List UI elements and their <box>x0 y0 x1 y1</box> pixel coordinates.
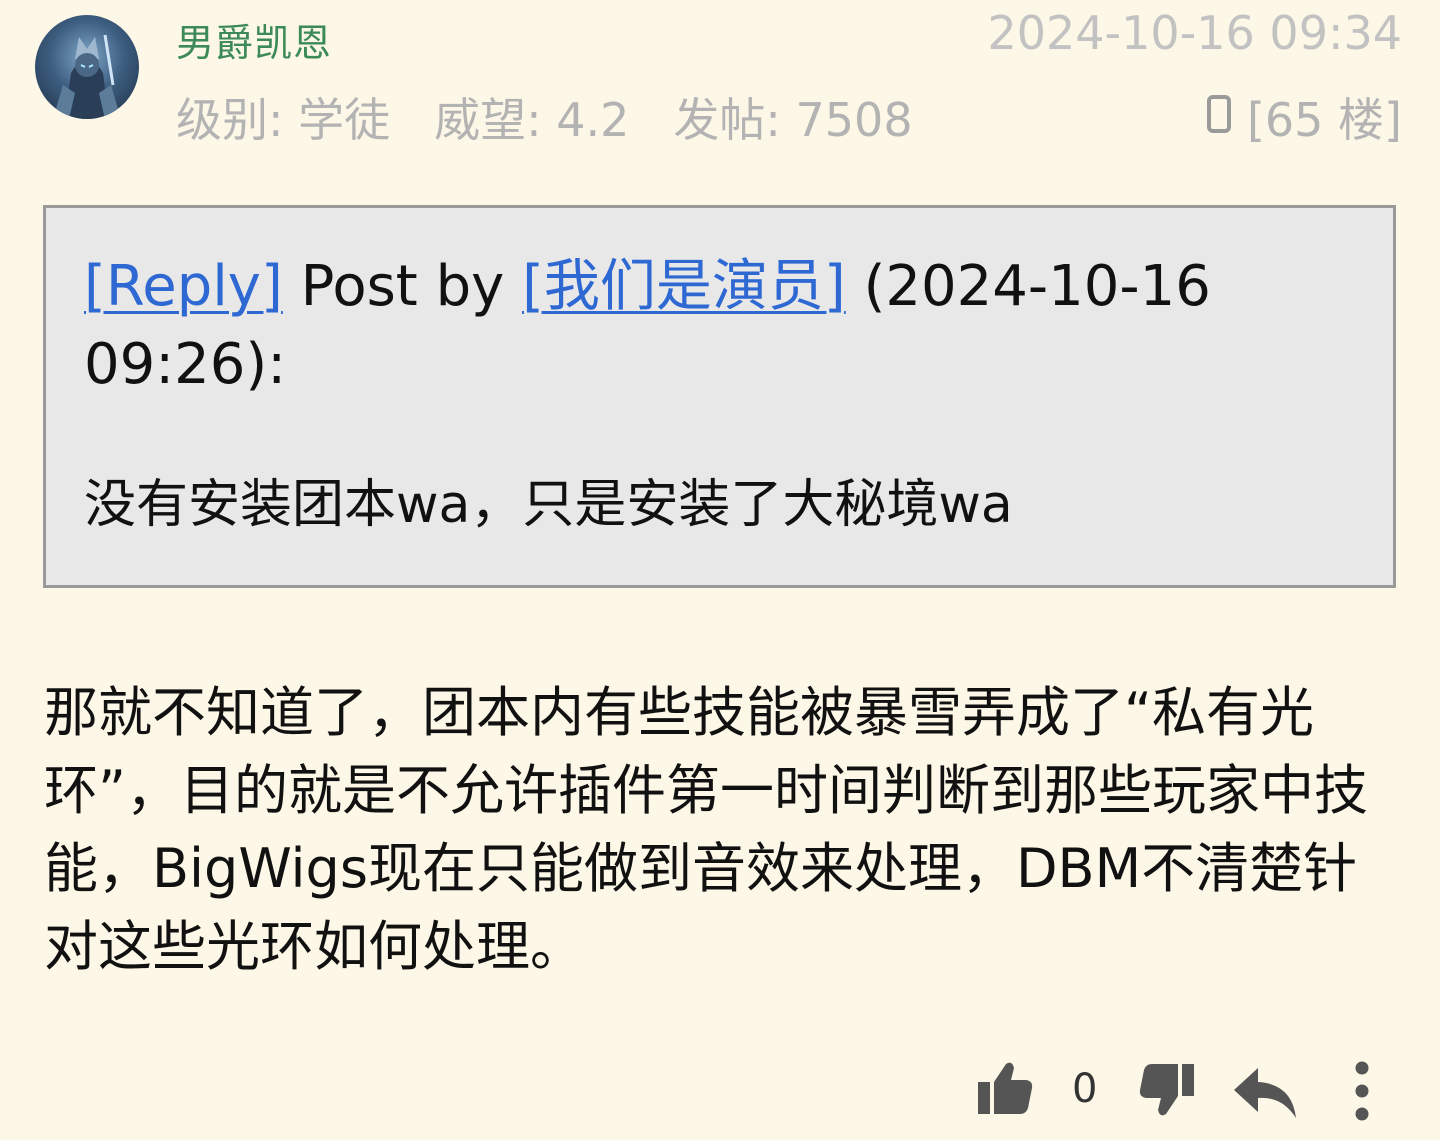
user-prestige: 威望: 4.2 <box>434 93 630 147</box>
user-post-count: 发帖: 7508 <box>673 93 913 147</box>
user-level: 级别: 学徒 <box>176 93 391 147</box>
action-bar: 0 <box>0 1056 1440 1126</box>
floor-number: [65 楼] <box>1246 93 1402 147</box>
username[interactable]: 男爵凯恩 <box>176 12 332 67</box>
avatar[interactable] <box>35 15 139 119</box>
thumbs-up-icon[interactable] <box>976 1060 1034 1120</box>
more-icon[interactable] <box>1350 1060 1374 1126</box>
quote-text: 没有安装团本wa，只是安装了大秘境wa <box>84 475 1013 535</box>
post-content: 那就不知道了，团本内有些技能被暴雪弄成了“私有光环”，目的就是不允许插件第一时间… <box>44 681 1368 978</box>
like-count: 0 <box>1072 1066 1098 1112</box>
thumbs-down-icon[interactable] <box>1138 1062 1196 1122</box>
quoted-author-link[interactable]: [我们是演员] <box>522 254 846 319</box>
post-timestamp: 2024-10-16 09:34 <box>987 6 1402 60</box>
reply-link[interactable]: [Reply] <box>84 254 283 319</box>
reply-icon[interactable] <box>1232 1064 1298 1124</box>
floor-indicator: [65 楼] <box>1206 84 1402 150</box>
post-by-text: Post by <box>282 254 523 319</box>
quote-block: [Reply] Post by [我们是演员] (2024-10-16 09:2… <box>43 205 1396 588</box>
user-stats: 级别: 学徒 威望: 4.2 发帖: 7508 <box>176 84 957 150</box>
phone-icon <box>1206 90 1231 144</box>
quote-header: [Reply] Post by [我们是演员] (2024-10-16 09:2… <box>84 248 1355 404</box>
